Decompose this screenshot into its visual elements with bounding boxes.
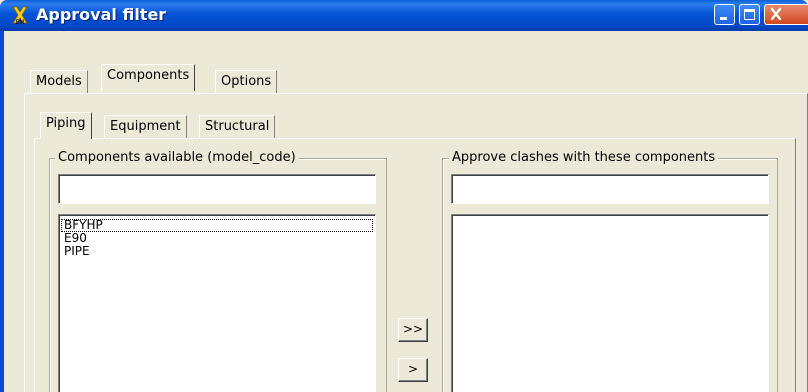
tab-structural-label: Structural: [205, 119, 270, 134]
list-item[interactable]: E90: [61, 232, 373, 245]
tab-options[interactable]: Options: [215, 70, 278, 94]
tab-models[interactable]: Models: [30, 70, 88, 94]
available-components-label: Components available (model_code): [55, 150, 299, 166]
title-bar[interactable]: EM Approval filter: [0, 0, 808, 31]
available-filter-input[interactable]: [58, 174, 376, 204]
window-title: Approval filter: [36, 5, 167, 24]
tab-piping[interactable]: Piping: [40, 112, 92, 139]
tab-components-label: Components: [107, 68, 190, 83]
close-button[interactable]: [764, 4, 808, 25]
approved-components-list[interactable]: [451, 214, 769, 392]
available-components-list[interactable]: BFYHP E90 PIPE: [58, 214, 376, 392]
tab-components[interactable]: Components: [101, 64, 196, 91]
add-one-button[interactable]: >: [398, 358, 428, 382]
svg-text:EM: EM: [16, 19, 25, 25]
maximize-button[interactable]: [739, 4, 760, 25]
tab-models-label: Models: [36, 74, 82, 89]
tab-options-label: Options: [221, 74, 272, 89]
minimize-button[interactable]: [714, 4, 735, 25]
list-item[interactable]: PIPE: [61, 245, 373, 258]
tab-piping-label: Piping: [46, 116, 86, 131]
window-frame: [0, 31, 4, 392]
list-item[interactable]: BFYHP: [61, 219, 373, 232]
tab-structural[interactable]: Structural: [199, 115, 276, 139]
app-icon: EM: [10, 5, 30, 26]
tab-equipment[interactable]: Equipment: [104, 115, 187, 139]
approved-filter-input[interactable]: [451, 174, 769, 204]
add-all-button[interactable]: >>: [398, 318, 428, 342]
approved-components-label: Approve clashes with these components: [449, 150, 719, 166]
tab-equipment-label: Equipment: [110, 119, 181, 134]
